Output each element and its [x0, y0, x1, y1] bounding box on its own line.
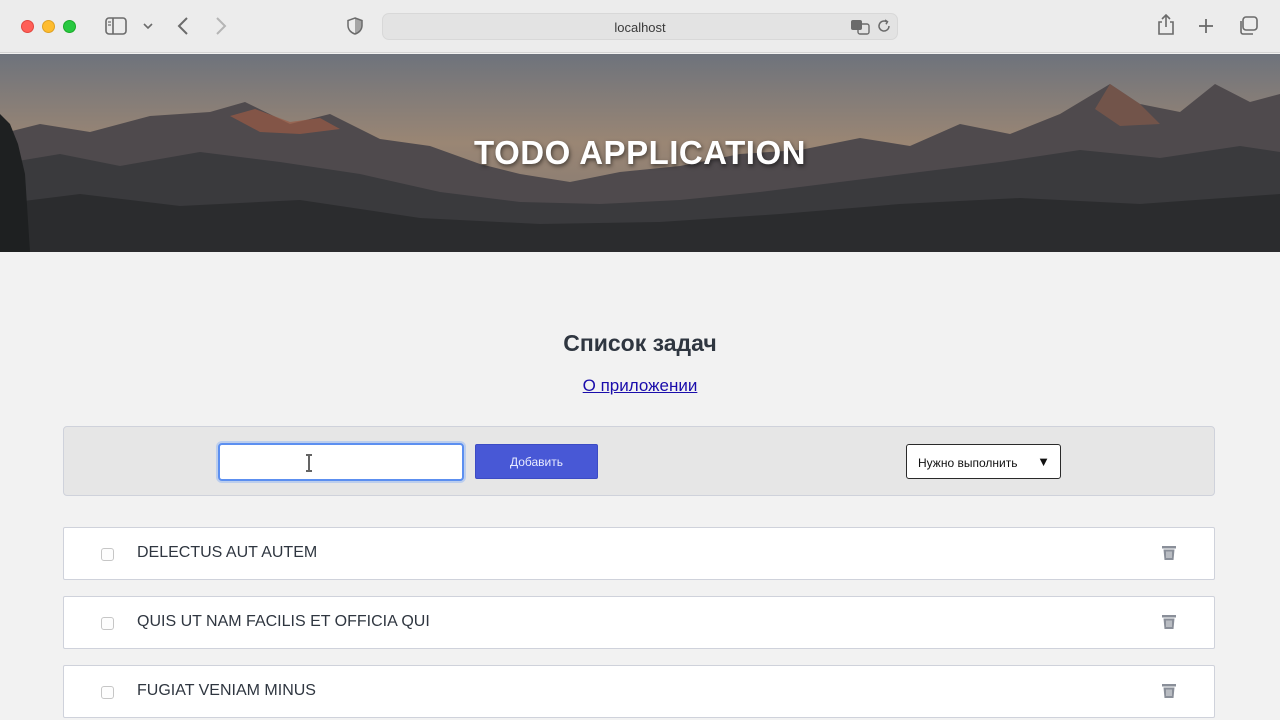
sidebar-icon[interactable]: [105, 16, 127, 36]
filter-select[interactable]: Нужно выполнить ▼: [906, 444, 1061, 479]
todo-text: DELECTUS AUT AUTEM: [137, 544, 318, 561]
hero-title: TODO APPLICATION: [474, 134, 806, 171]
plus-icon[interactable]: [1196, 15, 1216, 37]
filter-selected-value: Нужно выполнить: [918, 456, 1018, 470]
new-task-input[interactable]: [218, 443, 464, 481]
todo-controls: Добавить Нужно выполнить ▼: [63, 426, 1215, 496]
todo-item: FUGIAT VENIAM MINUS: [63, 665, 1215, 718]
todo-text: FUGIAT VENIAM MINUS: [137, 682, 316, 699]
todo-checkbox[interactable]: [101, 548, 114, 561]
hero-banner: TODO APPLICATION: [0, 54, 1280, 252]
share-icon[interactable]: [1156, 13, 1176, 37]
chevron-down-icon[interactable]: [141, 17, 155, 35]
translate-icon[interactable]: [850, 19, 870, 35]
trash-icon[interactable]: [1161, 614, 1177, 632]
zoom-window-button[interactable]: [63, 20, 76, 33]
shield-icon[interactable]: [346, 16, 364, 36]
back-icon[interactable]: [173, 15, 193, 37]
trash-icon[interactable]: [1161, 683, 1177, 701]
tabs-icon[interactable]: [1237, 15, 1259, 37]
forward-icon[interactable]: [211, 15, 231, 37]
todo-item: DELECTUS AUT AUTEM: [63, 527, 1215, 580]
address-bar[interactable]: localhost: [382, 13, 898, 40]
browser-toolbar: localhost: [0, 0, 1280, 53]
text-cursor-icon: [304, 454, 314, 472]
trash-icon[interactable]: [1161, 545, 1177, 563]
close-window-button[interactable]: [21, 20, 34, 33]
minimize-window-button[interactable]: [42, 20, 55, 33]
dropdown-arrow-icon: ▼: [1037, 454, 1050, 469]
url-text: localhost: [614, 20, 666, 35]
todo-checkbox[interactable]: [101, 617, 114, 630]
add-button[interactable]: Добавить: [475, 444, 598, 479]
about-link[interactable]: О приложении: [583, 376, 698, 395]
page-title: Список задач: [563, 330, 717, 356]
todo-item: QUIS UT NAM FACILIS ET OFFICIA QUI: [63, 596, 1215, 649]
reload-icon[interactable]: [877, 19, 893, 35]
todo-text: QUIS UT NAM FACILIS ET OFFICIA QUI: [137, 613, 430, 630]
todo-checkbox[interactable]: [101, 686, 114, 699]
